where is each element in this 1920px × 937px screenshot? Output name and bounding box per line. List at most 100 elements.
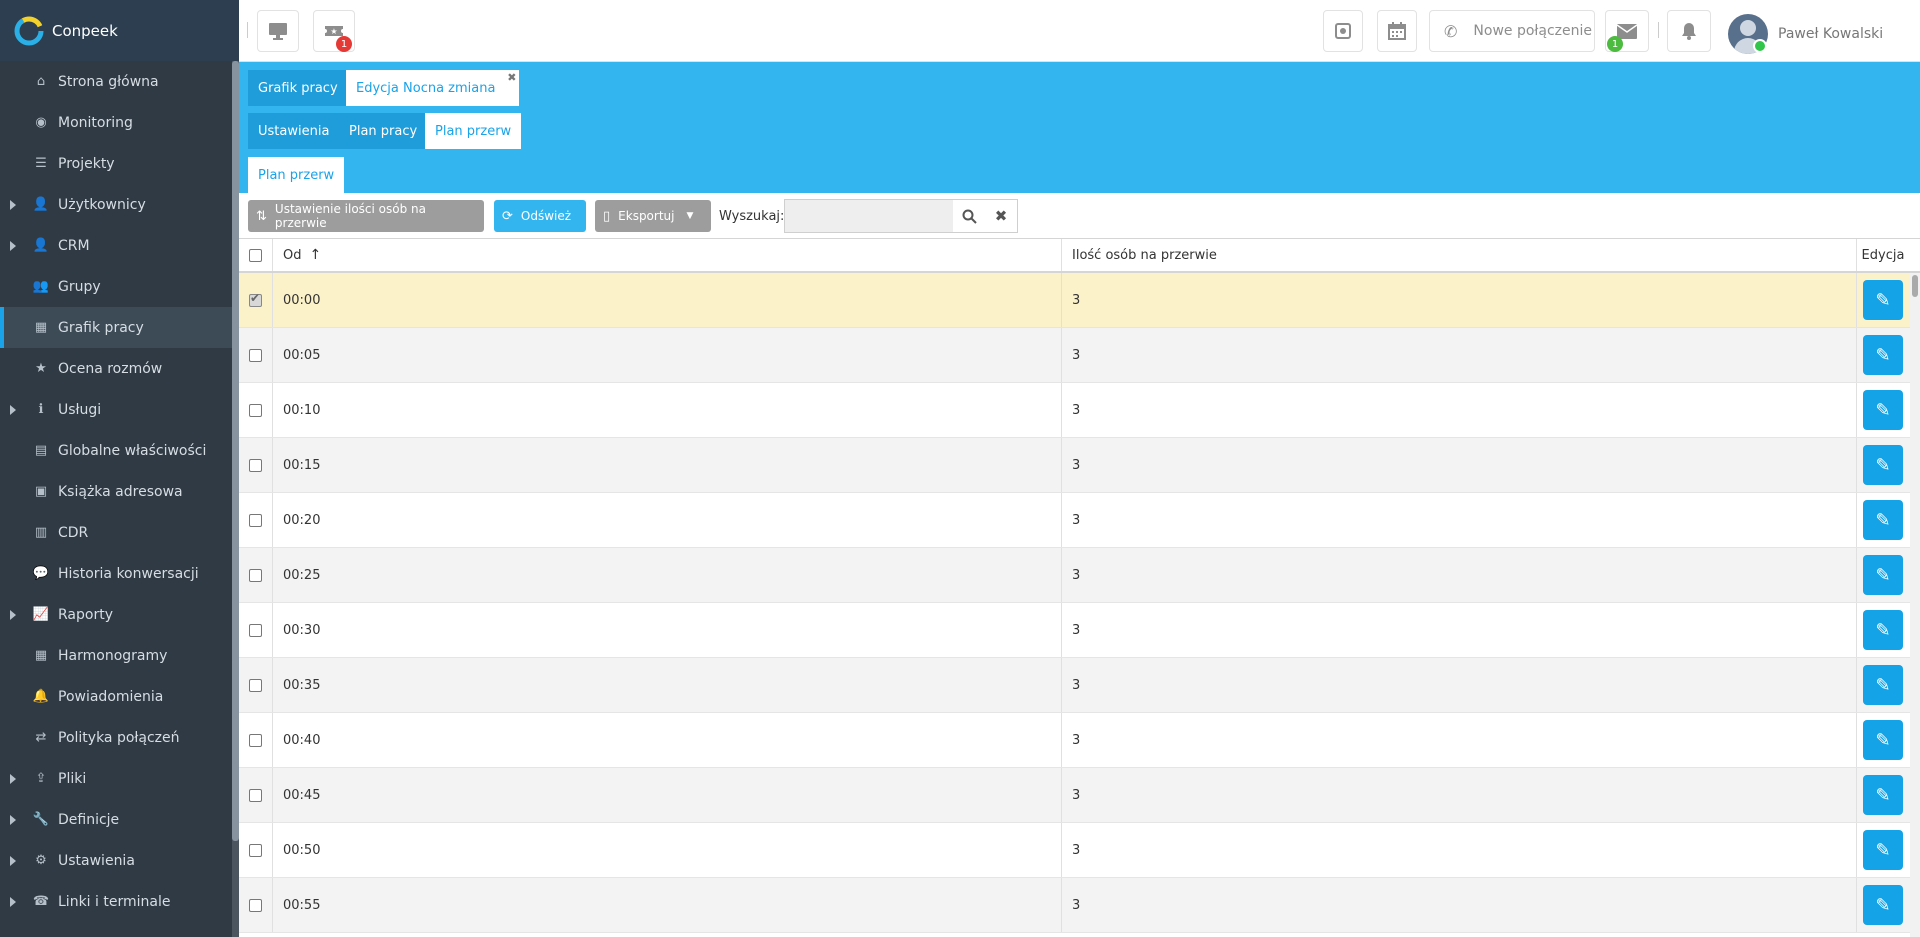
desktop-button[interactable]: [257, 10, 299, 52]
tab-edycja-nocna-zmiana[interactable]: Edycja Nocna zmiana ✖: [346, 70, 520, 106]
row-checkbox[interactable]: [249, 458, 262, 472]
sidebar-scrollbar-thumb[interactable]: [232, 61, 239, 841]
cell-from: 00:05: [273, 328, 1062, 382]
table-row[interactable]: 00:15 3 ✎: [239, 438, 1920, 493]
edit-button[interactable]: ✎: [1863, 280, 1903, 320]
table-row[interactable]: 00:30 3 ✎: [239, 603, 1920, 658]
sidebar-item-usługi[interactable]: ℹ Usługi: [0, 389, 232, 430]
sidebar-item-monitoring[interactable]: ◉ Monitoring: [0, 102, 232, 143]
edit-button[interactable]: ✎: [1863, 390, 1903, 430]
table-row[interactable]: 00:20 3 ✎: [239, 493, 1920, 548]
sidebar-item-pliki[interactable]: ⇪ Pliki: [0, 758, 232, 799]
calendar-button[interactable]: [1377, 10, 1417, 52]
tab-grafik-pracy[interactable]: Grafik pracy: [248, 70, 348, 106]
sidebar-item-strona-główna[interactable]: ⌂ Strona główna: [0, 61, 232, 102]
sidebar-item-historia-konwersacji[interactable]: 💬 Historia konwersacji: [0, 553, 232, 594]
sidebar-item-globalne-właściwości[interactable]: ▤ Globalne właściwości: [0, 430, 232, 471]
table-row[interactable]: 00:40 3 ✎: [239, 713, 1920, 768]
row-select-cell: [239, 658, 273, 712]
tab-plan-pracy[interactable]: Plan pracy: [339, 113, 428, 149]
table-row[interactable]: 00:45 3 ✎: [239, 768, 1920, 823]
search-icon[interactable]: [953, 200, 985, 232]
table-row[interactable]: 00:35 3 ✎: [239, 658, 1920, 713]
sidebar-item-harmonogramy[interactable]: ▦ Harmonogramy: [0, 635, 232, 676]
sidebar-item-cdr[interactable]: ▥ CDR: [0, 512, 232, 553]
table-row[interactable]: 00:55 3 ✎: [239, 878, 1920, 933]
edit-button[interactable]: ✎: [1863, 445, 1903, 485]
sidebar-item-crm[interactable]: 👤 CRM: [0, 225, 232, 266]
sidebar-item-raporty[interactable]: 📈 Raporty: [0, 594, 232, 635]
column-break-count[interactable]: Ilość osób na przerwie: [1062, 239, 1857, 271]
table-row[interactable]: 00:50 3 ✎: [239, 823, 1920, 878]
pencil-icon: ✎: [1875, 509, 1891, 531]
row-checkbox[interactable]: [249, 291, 262, 307]
sidebar-item-książka-adresowa[interactable]: ▣ Książka adresowa: [0, 471, 232, 512]
row-checkbox[interactable]: [249, 623, 262, 637]
edit-button[interactable]: ✎: [1863, 720, 1903, 760]
table-scrollbar-thumb[interactable]: [1912, 275, 1918, 297]
row-checkbox[interactable]: [249, 403, 262, 417]
new-call-button[interactable]: ✆ Nowe połączenie: [1429, 10, 1595, 52]
messages-button[interactable]: 1: [1605, 10, 1649, 52]
sidebar-item-label: Linki i terminale: [58, 893, 171, 910]
refresh-button[interactable]: ⟳ Odśwież: [494, 200, 586, 232]
export-dropdown[interactable]: ▯ Eksportuj ▼: [595, 200, 711, 232]
row-checkbox[interactable]: [249, 678, 262, 692]
search-input[interactable]: [785, 200, 953, 232]
sidebar-item-użytkownicy[interactable]: 👤 Użytkownicy: [0, 184, 232, 225]
table-row[interactable]: 00:05 3 ✎: [239, 328, 1920, 383]
brand[interactable]: Conpeek: [0, 0, 239, 61]
bell-icon: 🔔: [32, 689, 50, 704]
column-from[interactable]: Od ↑: [273, 239, 1062, 271]
row-checkbox[interactable]: [249, 568, 262, 582]
sidebar-scrollbar[interactable]: [232, 61, 239, 937]
table-row[interactable]: 00:003 ✎: [239, 273, 1920, 328]
table-toolbar: ⇅ Ustawienie ilości osób na przerwie ⟳ O…: [239, 193, 1920, 238]
calendar-clock-icon: ▦: [34, 320, 48, 335]
subtab-plan-przerw[interactable]: Plan przerw: [248, 157, 345, 193]
row-checkbox[interactable]: [249, 843, 262, 857]
edit-button[interactable]: ✎: [1863, 500, 1903, 540]
edit-button[interactable]: ✎: [1863, 665, 1903, 705]
sidebar-item-polityka-połączeń[interactable]: ⇄ Polityka połączeń: [0, 717, 232, 758]
row-checkbox[interactable]: [249, 898, 262, 912]
edit-button[interactable]: ✎: [1863, 555, 1903, 595]
sidebar-item-definicje[interactable]: 🔧 Definicje: [0, 799, 232, 840]
sidebar-item-ustawienia[interactable]: ⚙ Ustawienia: [0, 840, 232, 881]
user-menu[interactable]: Paweł Kowalski: [1728, 14, 1883, 54]
sidebar-item-ocena-rozmów[interactable]: ★ Ocena rozmów: [0, 348, 232, 389]
caret-right-icon: [10, 240, 16, 251]
table-row[interactable]: 00:25 3 ✎: [239, 548, 1920, 603]
sidebar-item-grupy[interactable]: 👥 Grupy: [0, 266, 232, 307]
edit-button[interactable]: ✎: [1863, 885, 1903, 925]
edit-button[interactable]: ✎: [1863, 335, 1903, 375]
user-name: Paweł Kowalski: [1778, 26, 1884, 42]
sidebar-item-projekty[interactable]: ☰ Projekty: [0, 143, 232, 184]
close-tab-icon[interactable]: ✖: [507, 71, 516, 84]
tab-ustawienia[interactable]: Ustawienia: [248, 113, 340, 149]
pencil-icon: ✎: [1875, 729, 1891, 751]
row-checkbox[interactable]: [249, 513, 262, 527]
table-row[interactable]: 00:10 3 ✎: [239, 383, 1920, 438]
clear-search-icon[interactable]: ✖: [985, 200, 1017, 232]
cell-edit: ✎: [1857, 603, 1909, 657]
cell-break-count: 3: [1062, 273, 1857, 327]
sidebar-item-grafik-pracy[interactable]: ▦ Grafik pracy: [0, 307, 232, 348]
set-break-count-button[interactable]: ⇅ Ustawienie ilości osób na przerwie: [248, 200, 484, 232]
sidebar-item-linki-i-terminale[interactable]: ☎ Linki i terminale: [0, 881, 232, 922]
row-checkbox[interactable]: [249, 733, 262, 747]
sidebar-item-label: Użytkownicy: [58, 196, 146, 213]
edit-button[interactable]: ✎: [1863, 830, 1903, 870]
edit-button[interactable]: ✎: [1863, 610, 1903, 650]
sidebar-item-powiadomienia[interactable]: 🔔 Powiadomienia: [0, 676, 232, 717]
screen-share-button[interactable]: [1323, 10, 1363, 52]
sidebar-item-label: Ocena rozmów: [58, 360, 163, 377]
edit-button[interactable]: ✎: [1863, 775, 1903, 815]
table-scrollbar[interactable]: [1910, 273, 1920, 937]
row-checkbox[interactable]: [249, 348, 262, 362]
tab-plan-przerw[interactable]: Plan przerw: [425, 113, 522, 149]
row-checkbox[interactable]: [249, 788, 262, 802]
notifications-button[interactable]: [1667, 10, 1711, 52]
select-all-checkbox[interactable]: [249, 248, 262, 262]
ticket-button[interactable]: ★ 1: [313, 10, 355, 52]
